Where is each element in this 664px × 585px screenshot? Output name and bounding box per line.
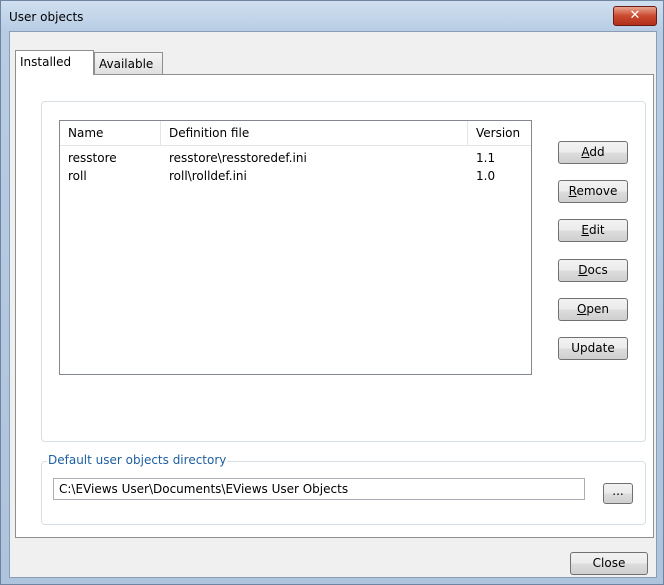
cell-version: 1.1 bbox=[476, 151, 496, 165]
installed-tab-panel: Name Definition file Version resstore re… bbox=[15, 74, 654, 538]
default-directory-group: Default user objects directory C:\EViews… bbox=[41, 453, 646, 525]
edit-button-access-key: E bbox=[581, 223, 589, 237]
update-button[interactable]: Update bbox=[558, 337, 628, 360]
tab-installed[interactable]: Installed bbox=[15, 50, 94, 75]
default-directory-field[interactable]: C:\EViews User\Documents\EViews User Obj… bbox=[53, 478, 585, 500]
column-header-definition-file[interactable]: Definition file bbox=[161, 121, 467, 145]
cell-definition-file: roll\rolldef.ini bbox=[169, 169, 247, 183]
cell-definition-file: resstore\resstoredef.ini bbox=[169, 151, 307, 165]
remove-button[interactable]: Remove bbox=[558, 180, 628, 203]
default-directory-label: Default user objects directory bbox=[47, 453, 228, 467]
edit-button[interactable]: Edit bbox=[558, 219, 628, 242]
remove-button-access-key: R bbox=[568, 184, 577, 198]
list-header: Name Definition file Version bbox=[60, 121, 531, 146]
docs-button-access-key: D bbox=[578, 263, 588, 277]
window-title: User objects bbox=[9, 10, 84, 24]
objects-list[interactable]: Name Definition file Version resstore re… bbox=[59, 120, 532, 375]
open-button-access-key: O bbox=[576, 302, 587, 316]
table-row[interactable]: roll roll\rolldef.ini 1.0 bbox=[60, 167, 531, 185]
cell-name: roll bbox=[68, 169, 87, 183]
cell-name: resstore bbox=[68, 151, 117, 165]
user-objects-dialog: User objects ✕ Installed Available Name … bbox=[0, 0, 664, 585]
column-header-name[interactable]: Name bbox=[60, 121, 160, 145]
close-button[interactable]: Close bbox=[570, 552, 648, 575]
dialog-client-area: Installed Available Name Definition file… bbox=[9, 31, 657, 578]
add-button[interactable]: Add bbox=[558, 141, 628, 164]
tab-available[interactable]: Available bbox=[94, 52, 163, 74]
cell-version: 1.0 bbox=[476, 169, 496, 183]
open-button[interactable]: Open bbox=[558, 298, 628, 321]
installed-objects-group: Name Definition file Version resstore re… bbox=[41, 101, 646, 442]
title-bar[interactable]: User objects ✕ bbox=[1, 1, 663, 31]
browse-button[interactable]: ... bbox=[603, 483, 633, 504]
docs-button[interactable]: Docs bbox=[558, 259, 628, 282]
table-row[interactable]: resstore resstore\resstoredef.ini 1.1 bbox=[60, 149, 531, 167]
column-header-version[interactable]: Version bbox=[468, 121, 530, 145]
add-button-access-key: A bbox=[581, 145, 590, 159]
close-icon[interactable]: ✕ bbox=[613, 6, 657, 26]
